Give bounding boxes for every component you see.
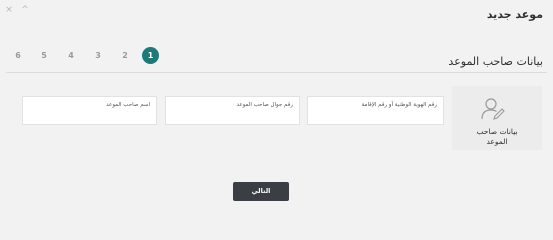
name-placeholder: اسم صاحب الموعد — [106, 102, 150, 108]
name-field[interactable]: اسم صاحب الموعد — [22, 96, 157, 125]
side-panel-label-line2: الموعد — [486, 137, 508, 146]
national-id-field[interactable]: رقم الهوية الوطنية أو رقم الإقامة — [307, 96, 444, 125]
step-2[interactable]: 2 — [118, 47, 132, 65]
section-divider — [6, 72, 547, 73]
new-appointment-modal: × ^ موعد جديد 6 5 4 3 2 1 بيانات صاحب ال… — [0, 0, 553, 212]
window-controls: × ^ — [4, 5, 30, 15]
side-panel-label-line1: بيانات صاحب — [476, 127, 518, 136]
user-edit-icon — [481, 98, 505, 120]
section-heading: بيانات صاحب الموعد — [448, 55, 543, 68]
collapse-icon[interactable]: ^ — [20, 5, 30, 15]
mobile-field[interactable]: رقم جوال صاحب الموعد — [165, 96, 300, 125]
step-indicator: 6 5 4 3 2 1 — [8, 47, 160, 65]
modal-title: موعد جديد — [486, 8, 543, 21]
step-3[interactable]: 3 — [91, 47, 105, 65]
section-side-panel: بيانات صاحب الموعد — [452, 86, 542, 150]
close-icon[interactable]: × — [4, 5, 14, 15]
next-button[interactable]: التالي — [233, 182, 289, 201]
step-4[interactable]: 4 — [64, 47, 78, 65]
step-5[interactable]: 5 — [37, 47, 51, 65]
side-panel-label: بيانات صاحب الموعد — [452, 127, 542, 147]
national-id-placeholder: رقم الهوية الوطنية أو رقم الإقامة — [361, 102, 437, 108]
step-1-active[interactable]: 1 — [142, 47, 159, 64]
step-6[interactable]: 6 — [11, 47, 25, 65]
mobile-placeholder: رقم جوال صاحب الموعد — [236, 102, 294, 108]
